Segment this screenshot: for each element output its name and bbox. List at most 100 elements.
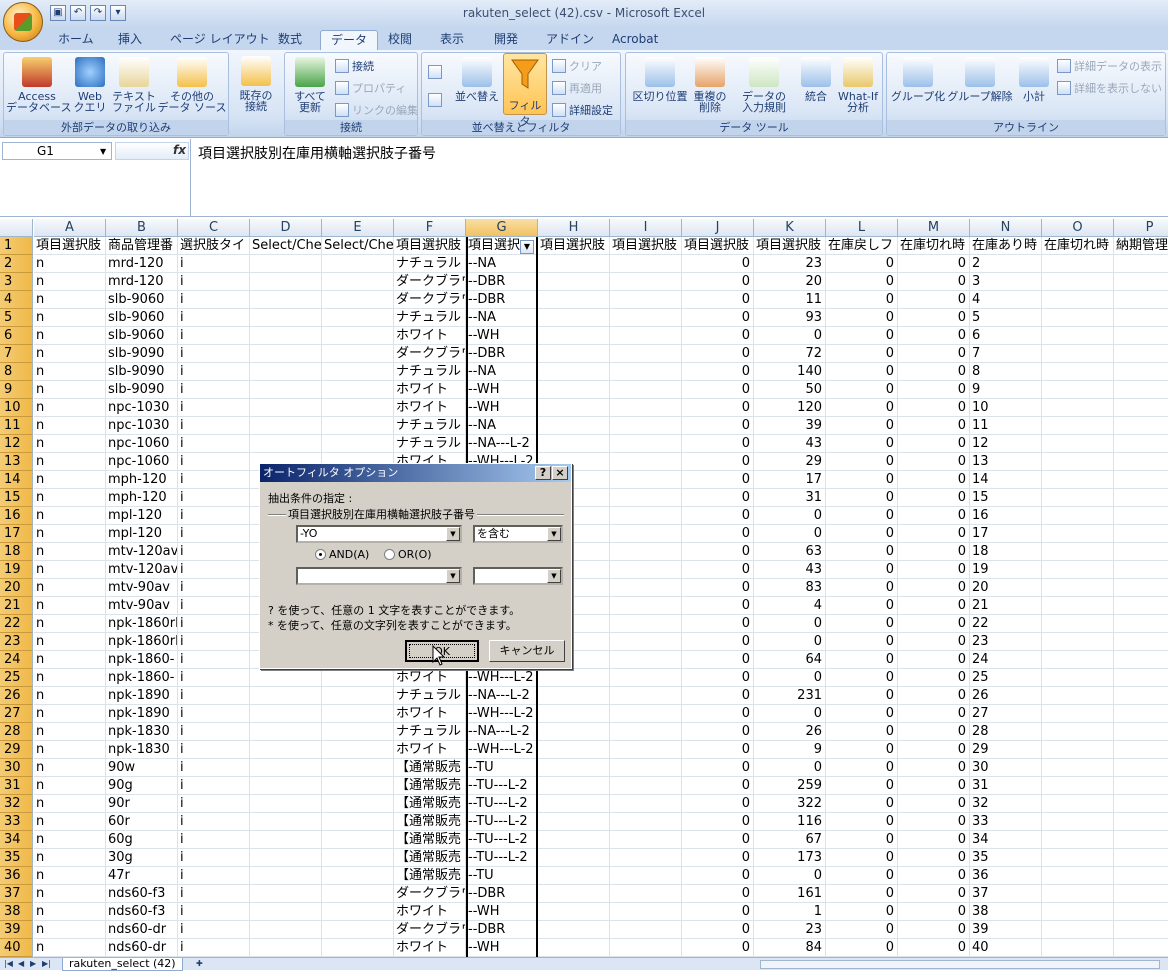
- cell-h[interactable]: [538, 687, 610, 705]
- cell-l[interactable]: 0: [826, 525, 898, 543]
- cell-i[interactable]: [610, 273, 682, 291]
- cell-l[interactable]: 0: [826, 795, 898, 813]
- cell-o[interactable]: [1042, 363, 1114, 381]
- row-header[interactable]: 33: [0, 813, 33, 831]
- cell-i[interactable]: [610, 309, 682, 327]
- cell-i[interactable]: [610, 435, 682, 453]
- column-header-e[interactable]: E: [322, 219, 394, 237]
- cell-d[interactable]: [250, 723, 322, 741]
- row-header[interactable]: 5: [0, 309, 33, 327]
- cell-g[interactable]: --DBR: [466, 273, 538, 291]
- cell-j[interactable]: 0: [682, 705, 754, 723]
- cell-l[interactable]: 0: [826, 831, 898, 849]
- cell-k[interactable]: 50: [754, 381, 826, 399]
- cell-i[interactable]: [610, 525, 682, 543]
- cell-h[interactable]: [538, 669, 610, 687]
- cell-d[interactable]: [250, 363, 322, 381]
- tab-acrobat[interactable]: Acrobat: [602, 30, 668, 50]
- cell-o[interactable]: [1042, 489, 1114, 507]
- refresh-all-button[interactable]: すべて 更新: [288, 57, 332, 113]
- cell-a[interactable]: n: [34, 849, 106, 867]
- cell-f[interactable]: ダークブラウ: [394, 273, 466, 291]
- cell-j[interactable]: 0: [682, 795, 754, 813]
- cell-h[interactable]: [538, 345, 610, 363]
- cell-p[interactable]: [1114, 777, 1168, 795]
- cell-m[interactable]: 0: [898, 921, 970, 939]
- cell-l[interactable]: 0: [826, 435, 898, 453]
- row-header[interactable]: 4: [0, 291, 33, 309]
- cell-l[interactable]: 0: [826, 723, 898, 741]
- cell-i[interactable]: [610, 453, 682, 471]
- cell-n[interactable]: 20: [970, 579, 1042, 597]
- cell-c[interactable]: i: [178, 255, 250, 273]
- cell-p[interactable]: [1114, 795, 1168, 813]
- cell-o[interactable]: [1042, 453, 1114, 471]
- cell-m[interactable]: 0: [898, 633, 970, 651]
- cell-n[interactable]: 3: [970, 273, 1042, 291]
- cell-m[interactable]: 0: [898, 705, 970, 723]
- edit-links-button[interactable]: リンクの編集: [335, 102, 418, 118]
- cell-l[interactable]: 0: [826, 651, 898, 669]
- cell-j[interactable]: 0: [682, 759, 754, 777]
- cell-o[interactable]: [1042, 435, 1114, 453]
- cell-g[interactable]: --TU: [466, 759, 538, 777]
- sort-desc-button[interactable]: [428, 93, 442, 107]
- header-cell[interactable]: 納期管理: [1114, 237, 1168, 255]
- tab-view[interactable]: 表示: [430, 30, 474, 50]
- header-cell[interactable]: 項目選択肢: [394, 237, 466, 255]
- cell-g[interactable]: --NA: [466, 309, 538, 327]
- cell-b[interactable]: 90w: [106, 759, 178, 777]
- cell-c[interactable]: i: [178, 543, 250, 561]
- cell-o[interactable]: [1042, 273, 1114, 291]
- cell-l[interactable]: 0: [826, 579, 898, 597]
- cell-d[interactable]: [250, 813, 322, 831]
- column-header-f[interactable]: F: [394, 219, 466, 237]
- cell-n[interactable]: 30: [970, 759, 1042, 777]
- cell-h[interactable]: [538, 327, 610, 345]
- cell-k[interactable]: 0: [754, 525, 826, 543]
- cell-l[interactable]: 0: [826, 813, 898, 831]
- cell-k[interactable]: 0: [754, 327, 826, 345]
- cell-d[interactable]: [250, 849, 322, 867]
- row-header[interactable]: 3: [0, 273, 33, 291]
- tab-insert[interactable]: 挿入: [108, 30, 152, 50]
- cell-a[interactable]: n: [34, 561, 106, 579]
- cell-n[interactable]: 39: [970, 921, 1042, 939]
- cell-h[interactable]: [538, 363, 610, 381]
- cell-a[interactable]: n: [34, 399, 106, 417]
- cell-c[interactable]: i: [178, 705, 250, 723]
- cell-l[interactable]: 0: [826, 633, 898, 651]
- cell-b[interactable]: mtv-120av: [106, 543, 178, 561]
- cell-i[interactable]: [610, 615, 682, 633]
- cell-a[interactable]: n: [34, 903, 106, 921]
- group-button[interactable]: グループ化: [889, 57, 947, 102]
- cell-o[interactable]: [1042, 471, 1114, 489]
- cell-f[interactable]: ホワイト: [394, 705, 466, 723]
- cell-k[interactable]: 4: [754, 597, 826, 615]
- cell-j[interactable]: 0: [682, 417, 754, 435]
- cell-e[interactable]: [322, 255, 394, 273]
- cell-k[interactable]: 322: [754, 795, 826, 813]
- cell-j[interactable]: 0: [682, 723, 754, 741]
- cell-a[interactable]: n: [34, 777, 106, 795]
- cell-a[interactable]: n: [34, 597, 106, 615]
- cell-i[interactable]: [610, 327, 682, 345]
- cell-n[interactable]: 38: [970, 903, 1042, 921]
- cell-b[interactable]: mtv-90av: [106, 597, 178, 615]
- cell-o[interactable]: [1042, 669, 1114, 687]
- row-header[interactable]: 19: [0, 561, 33, 579]
- cell-i[interactable]: [610, 417, 682, 435]
- cell-o[interactable]: [1042, 507, 1114, 525]
- tab-addins[interactable]: アドイン: [536, 30, 604, 50]
- cell-c[interactable]: i: [178, 795, 250, 813]
- cell-n[interactable]: 24: [970, 651, 1042, 669]
- cell-g[interactable]: --WH---L-2: [466, 741, 538, 759]
- tab-review[interactable]: 校閲: [378, 30, 422, 50]
- cell-n[interactable]: 31: [970, 777, 1042, 795]
- cell-i[interactable]: [610, 255, 682, 273]
- sort-button[interactable]: 並べ替え: [452, 57, 502, 102]
- cell-p[interactable]: [1114, 435, 1168, 453]
- cancel-button[interactable]: キャンセル: [489, 640, 565, 662]
- cell-l[interactable]: 0: [826, 345, 898, 363]
- cell-b[interactable]: slb-9090: [106, 381, 178, 399]
